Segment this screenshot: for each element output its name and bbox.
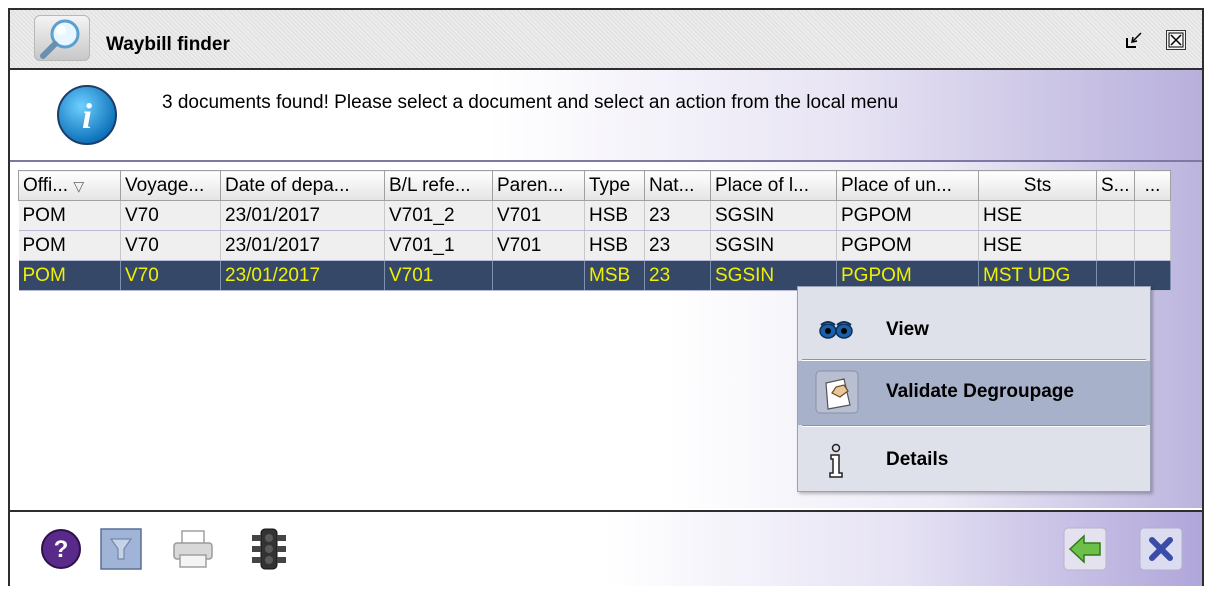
info-message: 3 documents found! Please select a docum… <box>162 92 899 113</box>
context-menu: View Validate Degroupage Details <box>797 286 1151 492</box>
svg-text:?: ? <box>54 536 69 563</box>
column-header-date-of-departure[interactable]: Date of depa... <box>220 170 385 201</box>
traffic-light-icon[interactable] <box>246 526 292 572</box>
back-arrow-icon[interactable] <box>1062 526 1108 572</box>
column-header-office[interactable]: Offi... ▽ <box>18 170 121 201</box>
waybill-finder-window: Waybill finder i 3 documents found! Plea… <box>8 8 1204 586</box>
column-header-voyage[interactable]: Voyage... <box>120 170 221 201</box>
cell-type: HSB <box>584 200 645 231</box>
cell-parent: V701 <box>492 230 585 261</box>
cell-nature: 23 <box>644 200 711 231</box>
menu-item-validate-degroupage[interactable]: Validate Degroupage <box>798 361 1150 425</box>
minimize-icon[interactable] <box>1124 30 1144 50</box>
cell-status: HSE <box>978 230 1097 261</box>
cell-date: 23/01/2017 <box>220 260 385 291</box>
cell-bl-reference: V701_1 <box>384 230 493 261</box>
column-header-place-of-loading[interactable]: Place of l... <box>710 170 837 201</box>
cell-office: POM <box>18 230 121 261</box>
cell-s <box>1096 200 1135 231</box>
cell-nature: 23 <box>644 230 711 261</box>
cell-voyage: V70 <box>120 230 221 261</box>
column-header-nature[interactable]: Nat... <box>644 170 711 201</box>
table-row[interactable]: POM V70 23/01/2017 V701_1 V701 HSB 23 SG… <box>18 230 1171 261</box>
cell-voyage: V70 <box>120 200 221 231</box>
cell-more <box>1134 230 1171 261</box>
column-header-type[interactable]: Type <box>584 170 645 201</box>
results-table: Offi... ▽ Voyage... Date of depa... B/L … <box>18 170 1171 291</box>
eyes-icon <box>818 313 854 349</box>
menu-item-label: Details <box>886 449 949 470</box>
cell-place-of-loading: SGSIN <box>710 230 837 261</box>
cell-parent <box>492 260 585 291</box>
info-i-icon <box>818 443 854 479</box>
cell-date: 23/01/2017 <box>220 230 385 261</box>
bottom-toolbar: ? <box>10 510 1202 586</box>
help-icon[interactable]: ? <box>38 526 84 572</box>
svg-text:i: i <box>82 96 92 136</box>
cell-place-of-unloading: PGPOM <box>836 230 979 261</box>
sort-indicator: ▽ <box>73 177 85 194</box>
cell-s <box>1096 230 1135 261</box>
filter-icon[interactable] <box>98 526 144 572</box>
cell-place-of-loading: SGSIN <box>710 200 837 231</box>
header-row: Offi... ▽ Voyage... Date of depa... B/L … <box>18 170 1171 201</box>
cell-nature: 23 <box>644 260 711 291</box>
column-header-bl-reference[interactable]: B/L refe... <box>384 170 493 201</box>
cell-date: 23/01/2017 <box>220 200 385 231</box>
column-header-more[interactable]: ... <box>1134 170 1171 201</box>
menu-item-view[interactable]: View <box>798 299 1150 363</box>
cell-more <box>1134 200 1171 231</box>
print-icon[interactable] <box>170 526 216 572</box>
column-header-s[interactable]: S... <box>1096 170 1135 201</box>
cell-type: HSB <box>584 230 645 261</box>
cell-parent: V701 <box>492 200 585 231</box>
cell-bl-reference: V701 <box>384 260 493 291</box>
menu-item-label: Validate Degroupage <box>886 381 1074 402</box>
validate-hand-icon <box>814 369 860 415</box>
column-header-parent[interactable]: Paren... <box>492 170 585 201</box>
column-header-place-of-unloading[interactable]: Place of un... <box>836 170 979 201</box>
magnifier-icon <box>34 15 90 61</box>
title-bar: Waybill finder <box>10 10 1202 70</box>
cell-office: POM <box>18 200 121 231</box>
window-title: Waybill finder <box>106 34 230 55</box>
info-panel: i 3 documents found! Please select a doc… <box>10 70 1202 162</box>
cell-place-of-unloading: PGPOM <box>836 200 979 231</box>
close-x-icon[interactable] <box>1138 526 1184 572</box>
menu-item-label: View <box>886 319 929 340</box>
menu-item-details[interactable]: Details <box>798 429 1150 493</box>
cell-bl-reference: V701_2 <box>384 200 493 231</box>
cell-voyage: V70 <box>120 260 221 291</box>
table-row[interactable]: POM V70 23/01/2017 V701_2 V701 HSB 23 SG… <box>18 200 1171 231</box>
menu-separator <box>802 425 1146 427</box>
column-header-status[interactable]: Sts <box>978 170 1097 201</box>
cell-office: POM <box>18 260 121 291</box>
cell-type: MSB <box>584 260 645 291</box>
cell-status: HSE <box>978 200 1097 231</box>
close-icon[interactable] <box>1166 30 1186 50</box>
info-icon: i <box>56 84 118 146</box>
